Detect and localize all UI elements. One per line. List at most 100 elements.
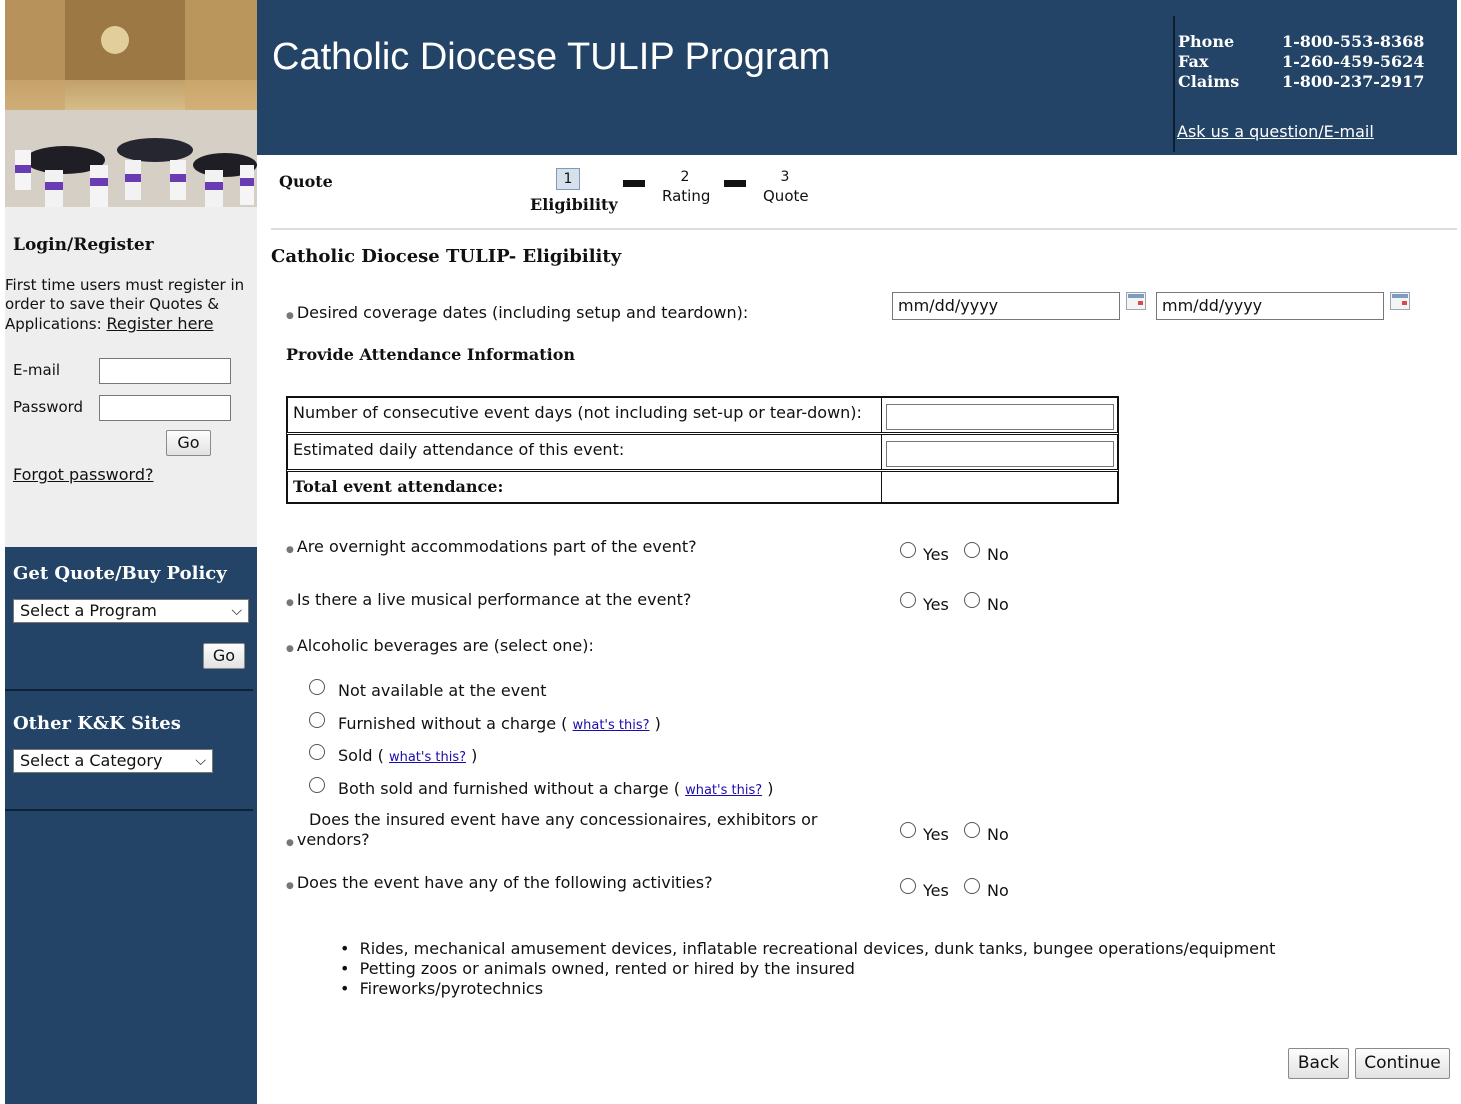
register-text-line: order to save their Quotes & bbox=[5, 295, 220, 313]
daily-attendance-label: Estimated daily attendance of this event… bbox=[287, 434, 882, 470]
alcohol-option-label: Sold ( bbox=[338, 746, 384, 765]
activities-yes-radio[interactable] bbox=[900, 878, 916, 894]
alcohol-option: Both sold and furnished without a charge… bbox=[338, 779, 773, 798]
step-2-label: Rating bbox=[662, 187, 711, 205]
alcohol-not-available-radio[interactable] bbox=[309, 679, 325, 695]
login-go-button[interactable]: Go bbox=[166, 430, 211, 456]
required-marker: ● bbox=[286, 598, 294, 608]
category-select[interactable]: Select a Category ⌵ bbox=[13, 749, 213, 773]
program-select-value: Select a Program bbox=[20, 601, 157, 620]
event-days-input[interactable] bbox=[886, 404, 1114, 430]
alcohol-sold-radio[interactable] bbox=[309, 744, 325, 760]
activities-list: • Rides, mechanical amusement devices, i… bbox=[340, 939, 1275, 999]
no-label: No bbox=[987, 825, 1009, 844]
vendors-yes-radio[interactable] bbox=[900, 822, 916, 838]
vendors-no-radio[interactable] bbox=[964, 822, 980, 838]
divider bbox=[5, 689, 253, 691]
whats-this-link[interactable]: what's this? bbox=[389, 750, 466, 765]
fax-row: Fax 1-260-459-5624 bbox=[1178, 52, 1425, 71]
attendance-title: Provide Attendance Information bbox=[286, 345, 576, 364]
activities-text: Does the event have any of the following… bbox=[296, 873, 713, 892]
continue-button[interactable]: Continue bbox=[1355, 1048, 1450, 1079]
register-link[interactable]: Register here bbox=[106, 314, 213, 333]
attendance-table: Number of consecutive event days (not in… bbox=[286, 396, 1119, 504]
whats-this-link[interactable]: what's this? bbox=[685, 783, 762, 798]
yes-label: Yes bbox=[923, 881, 949, 900]
music-yes-radio[interactable] bbox=[900, 592, 916, 608]
calendar-icon[interactable] bbox=[1390, 292, 1410, 310]
register-text-line: Applications: Register here bbox=[5, 314, 255, 334]
coverage-dates-text: Desired coverage dates (including setup … bbox=[296, 303, 749, 322]
site-title: Catholic Diocese TULIP Program bbox=[272, 36, 831, 78]
overnight-no-radio[interactable] bbox=[964, 542, 980, 558]
login-panel: Login/Register First time users must reg… bbox=[5, 207, 257, 547]
event-days-label: Number of consecutive event days (not in… bbox=[287, 397, 882, 433]
quote-go-button[interactable]: Go bbox=[203, 643, 245, 669]
required-marker: ● bbox=[286, 644, 294, 654]
email-label: E-mail bbox=[13, 361, 61, 379]
email-field[interactable] bbox=[99, 358, 231, 384]
form-title: Catholic Diocese TULIP- Eligibility bbox=[271, 246, 622, 267]
total-attendance-value bbox=[881, 471, 1118, 503]
step-3-label: Quote bbox=[763, 187, 809, 205]
alcohol-option: Sold ( what's this? ) bbox=[338, 746, 477, 765]
back-button[interactable]: Back bbox=[1288, 1048, 1349, 1079]
yes-label: Yes bbox=[923, 595, 949, 614]
step-connector bbox=[724, 180, 746, 187]
phone-row: Phone 1-800-553-8368 bbox=[1178, 32, 1425, 51]
start-date-input[interactable]: mm/dd/yyyy bbox=[892, 292, 1120, 320]
vendors-question-line1: Does the insured event have any concessi… bbox=[309, 810, 818, 829]
required-marker: ● bbox=[286, 881, 294, 891]
list-item: • Petting zoos or animals owned, rented … bbox=[340, 959, 855, 978]
activities-no-radio[interactable] bbox=[964, 878, 980, 894]
register-info: First time users must register in order … bbox=[5, 276, 255, 334]
calendar-icon[interactable] bbox=[1126, 292, 1146, 310]
step-1-number: 1 bbox=[556, 168, 580, 190]
no-label: No bbox=[987, 545, 1009, 564]
alcohol-both-radio[interactable] bbox=[309, 777, 325, 793]
step-2-number: 2 bbox=[680, 169, 690, 185]
password-label: Password bbox=[13, 398, 84, 416]
step-connector bbox=[623, 180, 645, 187]
divider bbox=[271, 228, 1457, 230]
table-cell bbox=[881, 434, 1118, 470]
chevron-down-icon: ⌵ bbox=[231, 603, 242, 619]
close-paren: ) bbox=[654, 714, 661, 733]
close-paren: ) bbox=[471, 746, 478, 765]
end-date-input[interactable]: mm/dd/yyyy bbox=[1156, 292, 1384, 320]
header: Catholic Diocese TULIP Program Phone 1-80… bbox=[257, 0, 1457, 155]
activities-question: ● Does the event have any of the followin… bbox=[286, 873, 713, 892]
whats-this-link[interactable]: what's this? bbox=[573, 718, 650, 733]
alcohol-furnished-radio[interactable] bbox=[309, 712, 325, 728]
contact-divider bbox=[1173, 16, 1175, 152]
required-marker: ● bbox=[286, 545, 294, 555]
banquet-hall-image bbox=[5, 0, 257, 207]
alcohol-text: Alcoholic beverages are (select one): bbox=[296, 636, 594, 655]
other-sites-title: Other K&K Sites bbox=[13, 713, 181, 734]
coverage-dates-label: ● Desired coverage dates (including setup… bbox=[286, 303, 748, 322]
alcohol-question: ● Alcoholic beverages are (select one): bbox=[286, 636, 594, 655]
yes-label: Yes bbox=[923, 545, 949, 564]
music-question: ● Is there a live musical performance at … bbox=[286, 590, 691, 609]
alcohol-option-label: Both sold and furnished without a charge… bbox=[338, 779, 680, 798]
forgot-password-link[interactable]: Forgot password? bbox=[13, 465, 153, 484]
contact-info: Phone 1-800-553-8368 Fax 1-260-459-5624 Cl… bbox=[1178, 32, 1424, 92]
no-label: No bbox=[987, 595, 1009, 614]
daily-attendance-input[interactable] bbox=[886, 441, 1114, 467]
steps-label: Quote bbox=[279, 172, 333, 191]
list-item: • Rides, mechanical amusement devices, i… bbox=[340, 939, 1276, 958]
category-select-value: Select a Category bbox=[20, 751, 163, 770]
venue-photo bbox=[5, 0, 257, 207]
ask-question-link[interactable]: Ask us a question/E-mail bbox=[1177, 122, 1374, 141]
overnight-yes-radio[interactable] bbox=[900, 542, 916, 558]
vendors-text: vendors? bbox=[296, 830, 370, 849]
step-1-label: Eligibility bbox=[530, 195, 618, 214]
vendors-question-line2: ● vendors? bbox=[286, 830, 370, 849]
list-item: • Fireworks/pyrotechnics bbox=[340, 979, 544, 998]
program-select[interactable]: Select a Program ⌵ bbox=[13, 599, 249, 623]
divider bbox=[5, 809, 253, 811]
required-marker: ● bbox=[286, 311, 294, 321]
music-no-radio[interactable] bbox=[964, 592, 980, 608]
password-field[interactable] bbox=[99, 395, 231, 421]
alcohol-option-label: Furnished without a charge ( bbox=[338, 714, 568, 733]
